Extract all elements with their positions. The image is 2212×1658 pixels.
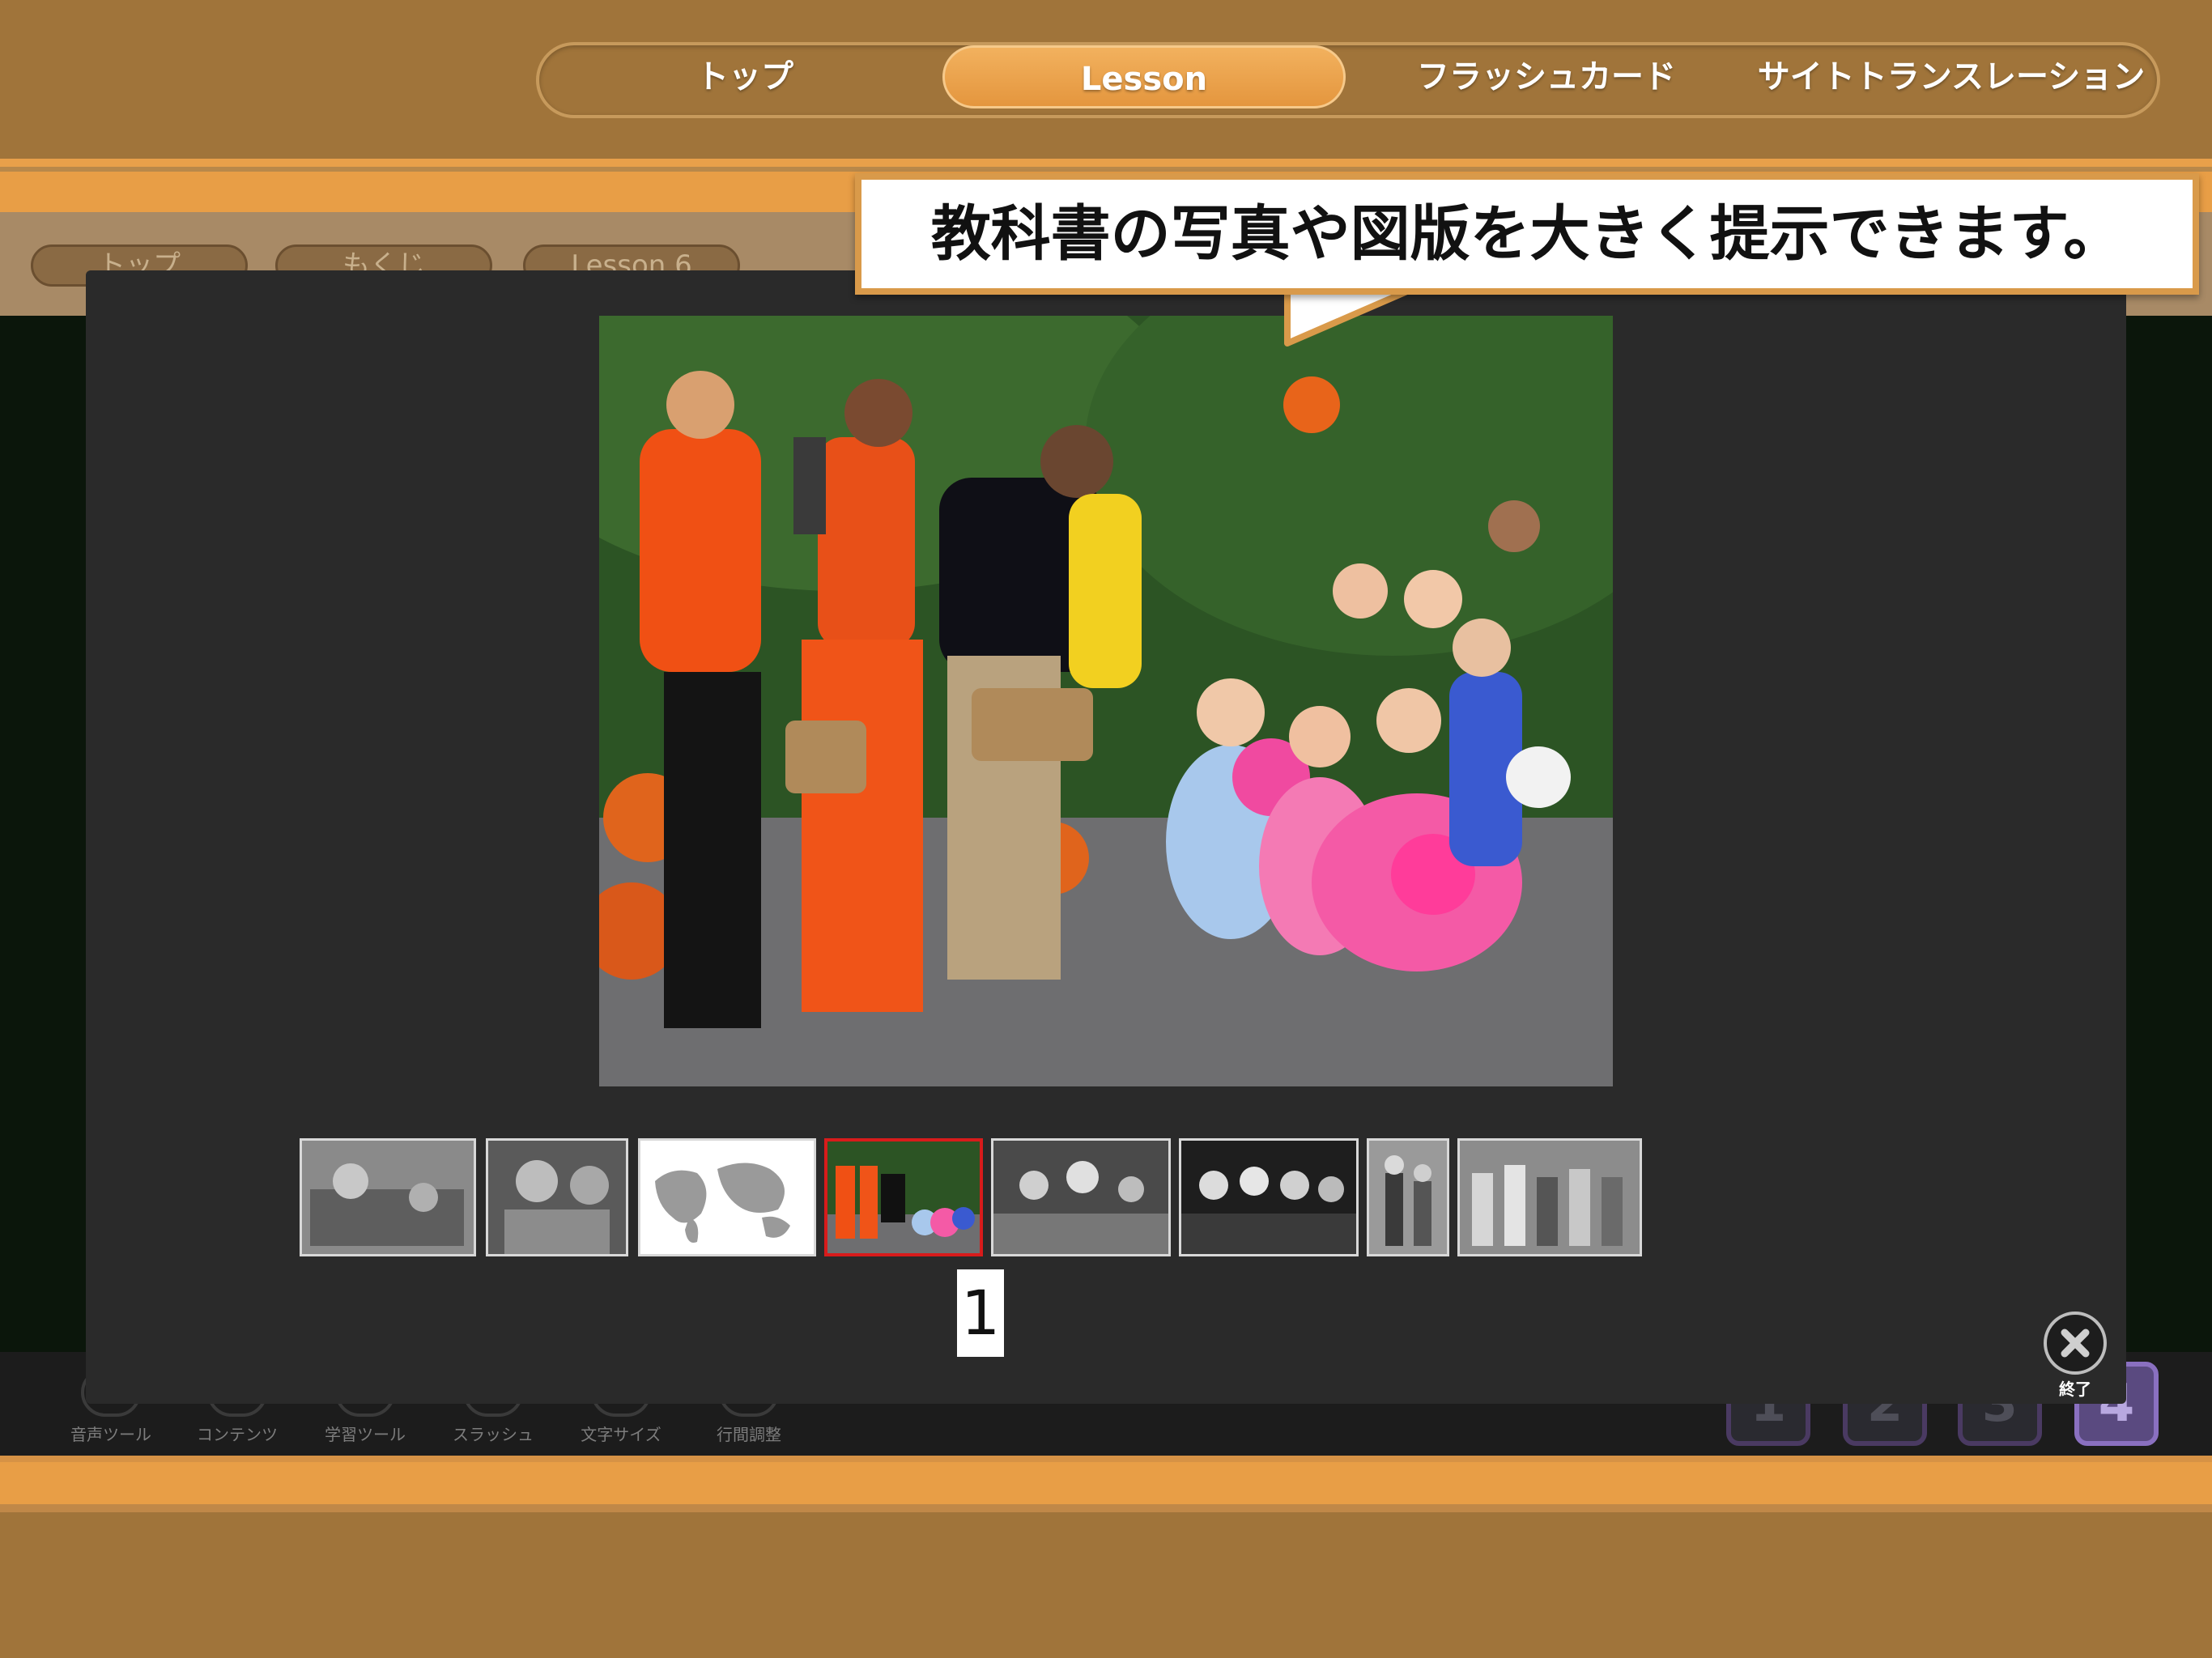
thumbnail-8[interactable] xyxy=(1457,1138,1642,1256)
footer-stripe xyxy=(0,1456,2212,1462)
thumbnail-4[interactable] xyxy=(824,1138,983,1256)
tab-sight-translation[interactable]: サイトトランスレーション xyxy=(1749,45,2154,108)
thumbnail-7[interactable] xyxy=(1367,1138,1449,1256)
photo-thumbnail xyxy=(1181,1141,1356,1254)
header-stripe xyxy=(0,159,2212,167)
photo-thumbnail xyxy=(1369,1141,1447,1254)
world-map-thumbnail xyxy=(640,1141,814,1254)
tab-top[interactable]: トップ xyxy=(615,45,874,108)
footer-stripe xyxy=(0,1504,2212,1512)
thumbnail-5[interactable] xyxy=(991,1138,1171,1256)
photo-thumbnail xyxy=(993,1141,1168,1254)
feature-callout: 教科書の写真や図版を大きく提示できます。 xyxy=(855,173,2199,295)
tab-flashcard[interactable]: フラッシュカード xyxy=(1360,45,1733,108)
photo-thumbnail xyxy=(827,1141,980,1253)
main-photo xyxy=(599,316,1613,1086)
image-page-indicator: 1 xyxy=(957,1269,1004,1357)
thumbnail-3[interactable] xyxy=(638,1138,816,1256)
thumbnail-2[interactable] xyxy=(486,1138,628,1256)
close-label: 終了 xyxy=(2059,1380,2091,1399)
thumbnail-1[interactable] xyxy=(300,1138,476,1256)
app-footer xyxy=(0,1512,2212,1658)
photo-thumbnail xyxy=(488,1141,626,1254)
thumbnail-6[interactable] xyxy=(1179,1138,1359,1256)
footer-stripe xyxy=(0,1462,2212,1504)
close-button[interactable] xyxy=(2044,1312,2107,1375)
halloween-photo xyxy=(599,316,1613,1086)
callout-text: 教科書の写真や図版を大きく提示できます。 xyxy=(930,199,2124,269)
photo-thumbnail xyxy=(302,1141,474,1254)
tab-lesson[interactable]: Lesson xyxy=(942,45,1346,108)
close-icon xyxy=(2061,1329,2090,1358)
photo-thumbnail xyxy=(1460,1141,1640,1254)
